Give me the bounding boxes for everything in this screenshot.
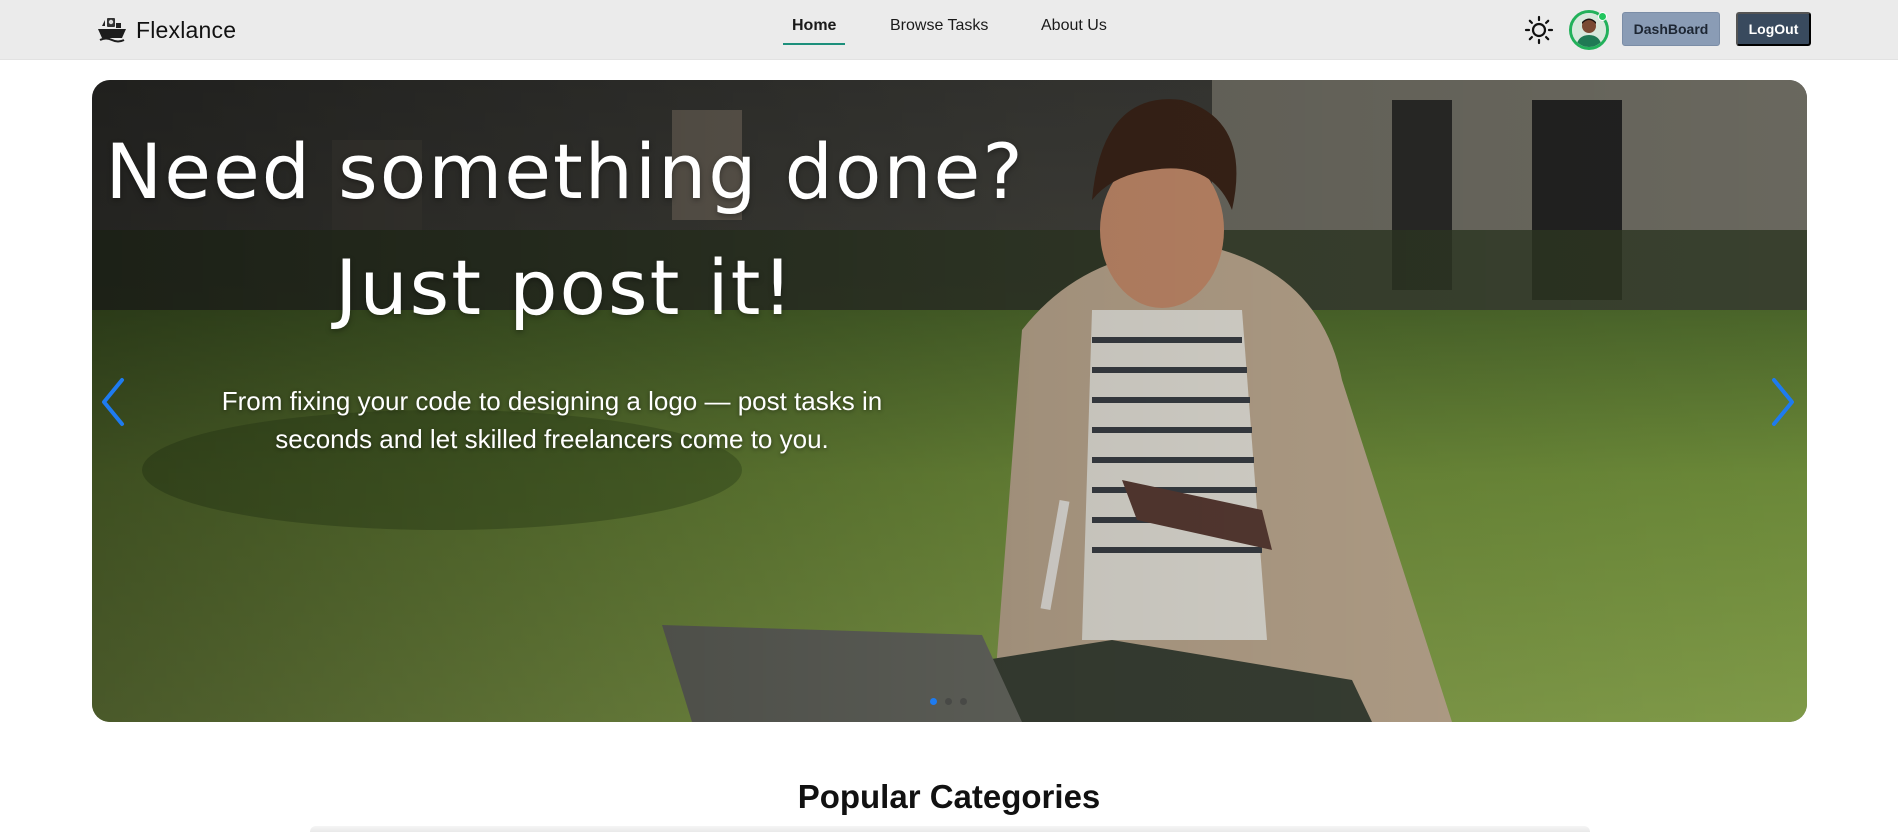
carousel-pagination (930, 698, 967, 705)
nav-link-home[interactable]: Home (782, 16, 847, 45)
carousel-dot-1[interactable] (930, 698, 937, 705)
carousel-dot-2[interactable] (945, 698, 952, 705)
categories-panel-edge (310, 826, 1590, 832)
nav-link-about-us[interactable]: About Us (1041, 16, 1107, 44)
carousel-dot-3[interactable] (960, 698, 967, 705)
hero-subtitle-line-1: From fixing your code to designing a log… (221, 386, 883, 416)
hero-subtitle-line-2: seconds and let skilled freelancers come… (275, 424, 829, 454)
dashboard-button[interactable]: DashBoard (1622, 12, 1720, 46)
carousel-prev-chevron-icon[interactable] (98, 374, 128, 430)
main-nav: Home Browse Tasks About Us (0, 0, 1898, 60)
sun-icon[interactable] (1524, 15, 1554, 45)
hero-headline-line-2: Just post it! (335, 243, 795, 332)
hero-carousel: Need something done? Just post it! From … (92, 80, 1807, 722)
hero-headline: Need something done? Just post it! (92, 114, 1038, 346)
online-status-dot (1598, 12, 1607, 21)
top-navbar: Flexlance Home Browse Tasks About Us Das… (0, 0, 1898, 60)
logout-button[interactable]: LogOut (1736, 12, 1811, 46)
hero-subtitle: From fixing your code to designing a log… (192, 382, 912, 458)
hero-headline-line-1: Need something done? (105, 127, 1025, 216)
nav-link-browse-tasks[interactable]: Browse Tasks (890, 16, 988, 44)
popular-categories-heading: Popular Categories (797, 778, 1101, 815)
carousel-next-chevron-icon[interactable] (1768, 374, 1798, 430)
